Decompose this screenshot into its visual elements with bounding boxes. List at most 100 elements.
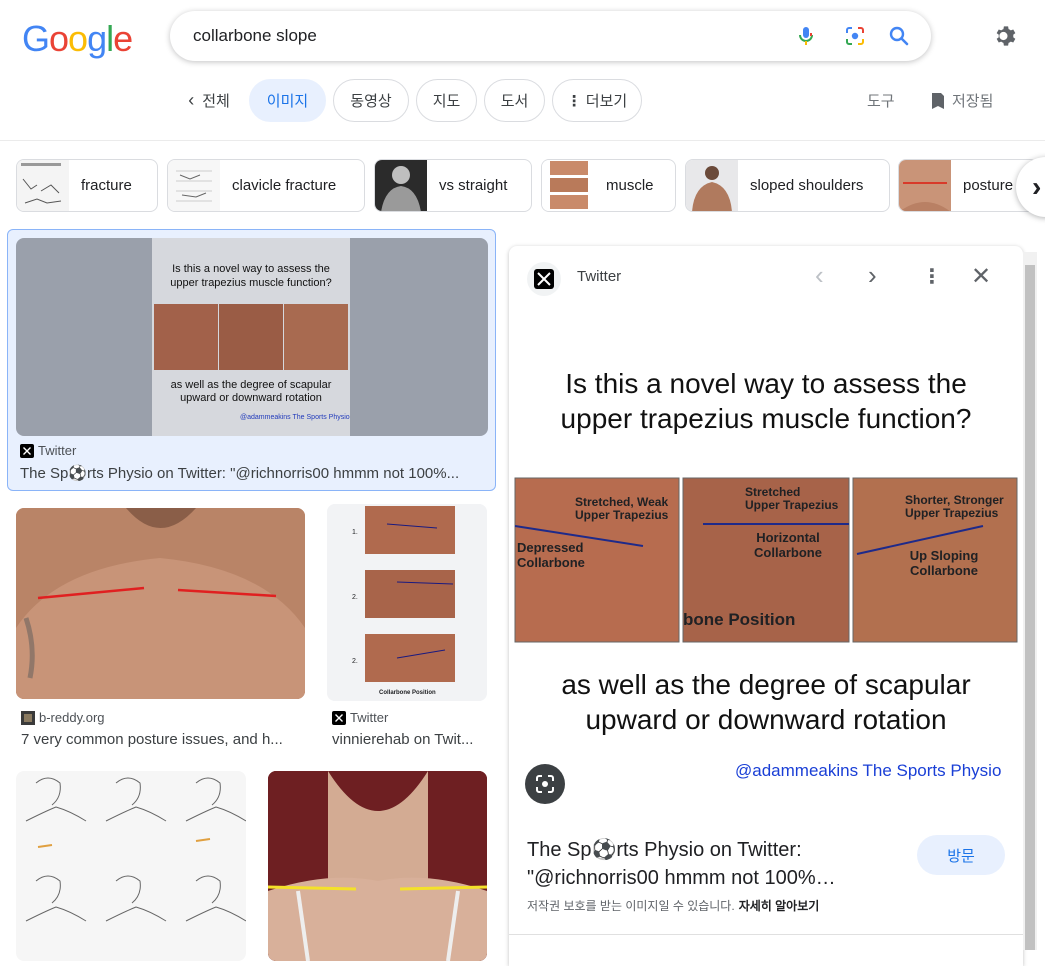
thumb-line3: as well as the degree of scapular [170,379,332,391]
google-logo[interactable]: Google [22,18,133,60]
chart-label: 2. [352,594,358,601]
tab-label: 동영상 [350,93,392,110]
saved-button[interactable]: 저장됨 [930,90,993,111]
chart-label: 1. [352,529,358,536]
tab-images[interactable]: 이미지 [249,79,326,122]
chip-sloped-shoulders[interactable]: sloped shoulders [685,159,890,212]
photo-bottom-label: bone Position [683,610,796,629]
tab-label: 더보기 [585,93,628,110]
tab-more[interactable]: ⋮ 더보기 [552,79,642,122]
back-chevron-icon: ‹ [188,90,195,110]
result-source[interactable]: b-reddy.org [21,710,105,725]
tab-label: 전체 [202,93,230,110]
lens-search-button[interactable] [525,764,565,804]
x-twitter-icon [527,262,561,296]
thumb-line1: Is this a novel way to assess the [172,263,330,275]
visit-button[interactable]: 방문 [917,835,1005,875]
chip-thumbnail [168,160,220,211]
camera-lens-icon[interactable] [843,24,867,48]
tab-label: 이미지 [266,93,309,110]
logo-letter: l [106,18,114,59]
chip-label: clavicle fracture [232,177,337,194]
collarbone-chart [327,504,487,701]
chip-vs-straight[interactable]: vs straight [374,159,532,212]
learn-more-link[interactable]: 자세히 알아보기 [739,899,820,913]
result-image[interactable]: 1. 2. 2. Collarbone Position [327,504,487,701]
thumb-credit: @adammeakins The Sports Physio [240,414,350,421]
panel-title[interactable]: The Sp⚽rts Physio on Twitter: "@richnorr… [527,836,847,892]
panel-subline-1: as well as the degree of scapular [561,669,971,700]
chip-label: vs straight [439,177,508,194]
result-image[interactable] [16,508,305,699]
panel-scrollbar-thumb[interactable] [1025,265,1035,950]
photo-label-1: Depressed Collarbone [517,540,585,570]
thumb-photo-3 [284,304,348,370]
photo-label-3: Up Sloping Collarbone [909,548,979,578]
chevron-right-icon[interactable]: › [868,260,877,291]
chip-thumbnail [686,160,738,211]
gear-icon[interactable] [992,22,1020,50]
result-source[interactable]: Twitter [332,710,388,725]
chevron-right-icon: › [1032,171,1042,202]
tab-label: 도서 [500,93,529,110]
chip-muscle[interactable]: muscle [541,159,676,212]
chip-thumbnail [375,160,427,211]
panel-credit: @adammeakins The Sports Physio [735,761,1002,780]
x-twitter-icon [332,710,346,725]
photo-sublabel-2: Stretched Upper Trapezius [745,485,839,512]
more-vert-icon[interactable]: ⋮ [922,264,942,289]
logo-letter: g [87,18,107,59]
chip-fracture[interactable]: fracture [16,159,158,212]
search-box[interactable]: collarbone slope [170,11,931,61]
site-favicon-icon [21,710,35,725]
neck-photo [268,771,487,961]
thumb-line2: upper trapezius muscle function? [170,277,332,289]
result-image[interactable] [268,771,487,961]
chip-thumbnail [542,160,594,211]
logo-letter: o [49,18,69,59]
copyright-notice: 저작권 보호를 받는 이미지일 수 있습니다. 자세히 알아보기 [527,897,819,914]
chip-clavicle-fracture[interactable]: clavicle fracture [167,159,365,212]
microphone-icon[interactable] [794,24,818,48]
tools-button[interactable]: 도구 [867,90,895,111]
logo-letter: e [113,18,133,59]
thumb-photo-2 [219,304,283,370]
source-name: Twitter [38,443,77,458]
chevron-left-icon[interactable]: ‹ [815,260,824,291]
result-title[interactable]: vinnierehab on Twit... [332,731,484,748]
panel-headline-1: Is this a novel way to assess the [565,368,967,399]
tab-label: 지도 [432,93,461,110]
panel-site-name[interactable]: Twitter [577,268,621,285]
chip-thumbnail [17,160,69,211]
chip-label: fracture [81,177,132,194]
result-card-selected[interactable]: Is this a novel way to assess the upper … [7,229,496,491]
preview-panel: Twitter ‹ › ⋮ ✕ Is this a novel way to a… [509,246,1023,966]
thumb-line4: upward or downward rotation [180,392,322,404]
tab-books[interactable]: 도서 [484,79,545,122]
result-title[interactable]: 7 very common posture issues, and h... [21,731,301,748]
result-title[interactable]: The Sp⚽rts Physio on Twitter: "@richnorr… [20,464,486,482]
panel-subline-2: upward or downward rotation [585,704,947,735]
search-icon[interactable] [887,24,911,48]
chart-label: 2. [352,658,358,665]
lens-icon [536,775,554,793]
result-image[interactable]: Is this a novel way to assess the upper … [16,238,488,436]
panel-headline-2: upper trapezius muscle function? [560,403,972,434]
photo-label-2: Horizontal Collarbone [754,530,822,560]
result-image[interactable] [16,771,246,961]
chip-thumbnail [899,160,951,211]
header-divider [0,140,1045,141]
chart-caption: Collarbone Position [379,690,436,696]
infographic-thumb: Is this a novel way to assess the upper … [152,238,350,436]
logo-letter: o [68,18,88,59]
result-source[interactable]: Twitter [20,443,76,458]
panel-divider [509,934,1023,935]
tab-videos[interactable]: 동영상 [333,79,409,122]
search-input[interactable]: collarbone slope [193,26,317,46]
chip-label: sloped shoulders [750,177,864,194]
chip-label: posture [963,177,1014,194]
close-icon[interactable]: ✕ [971,262,991,291]
tab-all[interactable]: ‹ 전체 [176,79,242,122]
x-twitter-icon [20,443,34,458]
tab-maps[interactable]: 지도 [416,79,477,122]
